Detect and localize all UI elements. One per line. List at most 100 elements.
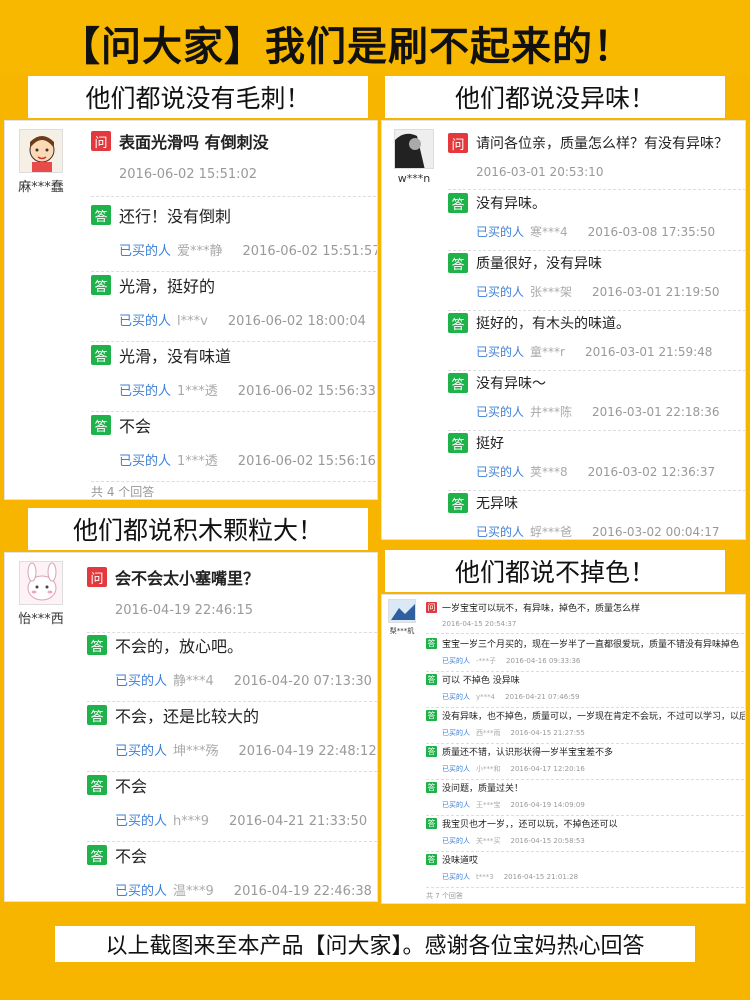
answer-tag: 答 [87,635,107,655]
answer-tag: 答 [91,275,111,295]
answer-user: t***3 [476,873,494,881]
footer-thanks: 以上截图来至本产品【问大家】。感谢各位宝妈热心回答 [55,926,695,962]
answer-time: 2016-03-02 12:36:37 [587,465,716,479]
answer-text: 没有异味，也不掉色，质量可以，一岁现在肯定不会玩，不过可以学习，以后用得上 [442,712,746,722]
buyer-label[interactable]: 已买的人 [115,884,167,899]
answer-item: 答光滑，挺好的 已买的人 l***v 2016-06-02 18:00:04 [91,273,377,342]
answer-text: 还行！没有倒刺 [119,207,232,226]
answer-user: -***子 [476,657,497,665]
answer-time: 2016-04-15 21:27:55 [510,729,585,737]
buyer-label[interactable]: 已买的人 [115,814,167,829]
answer-user: h***9 [173,814,210,829]
answer-time: 2016-03-01 22:18:36 [592,405,720,419]
answer-item: 答没有异味。 已买的人 寒***4 2016-03-08 17:35:50 [448,193,745,251]
answer-text: 我宝贝也才一岁，，还可以玩，不掉色还可以 [442,820,618,830]
answer-text: 没有异味。 [476,196,546,212]
answer-user: 王***宝 [476,801,501,809]
answer-item: 答没有异味，也不掉色，质量可以，一岁现在肯定不会玩，不过可以学习，以后用得上 已… [426,709,746,744]
buyer-label[interactable]: 已买的人 [476,285,524,299]
qa-panel-smoothness: 麻***蠢 问表面光滑吗 有倒刺没 2016-06-02 15:51:02 答还… [4,120,378,500]
answer-text: 不会 [119,417,152,436]
question-text[interactable]: 一岁宝宝可以玩不，有异味，掉色不，质量怎么样 [442,601,640,614]
answer-tag: 答 [448,433,468,453]
buyer-label[interactable]: 已买的人 [476,525,524,539]
answer-text: 没有异味～ [476,376,546,392]
qa-panel-color-fastness: 梨***机 问一岁宝宝可以玩不，有异味，掉色不，质量怎么样 2016-04-15… [381,594,746,904]
buyer-label[interactable]: 已买的人 [476,345,524,359]
user-avatar [19,561,63,605]
answer-tag: 答 [91,415,111,435]
answer-text: 挺好的，有木头的味道。 [476,316,630,332]
answer-count[interactable]: 共 4 个回答 [91,483,154,499]
buyer-label[interactable]: 已买的人 [119,244,171,259]
answer-tag: 答 [426,782,437,793]
answer-item: 答还行！没有倒刺 已买的人 爱***静 2016-06-02 15:51:57 [91,203,378,272]
question-tag: 问 [426,602,437,613]
buyer-label[interactable]: 已买的人 [115,744,167,759]
buyer-label[interactable]: 已买的人 [442,729,470,737]
banner-no-fading: 他们都说不掉色！ [385,550,725,592]
page-title: 【问大家】我们是刷不起来的！ [60,24,634,70]
question-text[interactable]: 会不会太小塞嘴里？ [115,565,259,589]
answer-user: l***v [177,314,208,329]
answer-text: 可以 不掉色 没异味 [442,676,520,686]
answer-item: 答不会，还是比较大的 已买的人 坤***殇 2016-04-19 22:48:12 [87,703,377,772]
answer-item: 答没问题，质量过关！ 已买的人 王***宝 2016-04-19 14:09:09 [426,781,744,816]
answer-user: 关***买 [476,837,501,845]
answer-user: 爱***静 [177,244,223,259]
buyer-label[interactable]: 已买的人 [442,801,470,809]
answer-time: 2016-04-19 14:09:09 [510,801,585,809]
answer-count[interactable]: 共 7 个回答 [426,891,463,901]
answer-time: 2016-04-16 09:33:36 [506,657,581,665]
answer-user: 坤***殇 [173,744,219,759]
buyer-label[interactable]: 已买的人 [119,384,171,399]
answer-item: 答不会的，放心吧。 已买的人 静***4 2016-04-20 07:13:30 [87,633,377,702]
answer-time: 2016-04-21 21:33:50 [229,814,368,829]
question-time: 2016-04-19 22:46:15 [115,603,254,618]
buyer-label[interactable]: 已买的人 [442,837,470,845]
answer-time: 2016-04-17 12:20:16 [510,765,585,773]
buyer-label[interactable]: 已买的人 [476,465,524,479]
answer-user: 荚***8 [530,465,568,479]
answer-time: 2016-04-19 22:46:38 [233,884,372,899]
answer-item: 答可以 不掉色 没异味 已买的人 y***4 2016-04-21 07:46:59 [426,673,744,708]
buyer-label[interactable]: 已买的人 [442,657,470,665]
buyer-label[interactable]: 已买的人 [442,765,470,773]
answer-tag: 答 [448,193,468,213]
answer-user: 温***9 [173,884,214,899]
answer-item: 答不会 已买的人 h***9 2016-04-21 21:33:50 [87,773,377,842]
answer-item: 答质量还不错，认识形状得一岁半宝宝差不多 已买的人 小***和 2016-04-17… [426,745,744,780]
answer-user: 寒***4 [530,225,568,239]
buyer-label[interactable]: 已买的人 [442,693,470,701]
answer-item: 答挺好的，有木头的味道。 已买的人 童***r 2016-03-01 21:59:4… [448,313,745,371]
answer-time: 2016-06-02 15:51:57 [242,244,378,259]
answer-item: 答没味道哎 已买的人 t***3 2016-04-15 21:01:28 [426,853,744,888]
buyer-label[interactable]: 已买的人 [119,314,171,329]
answer-text: 质量很好，没有异味 [476,256,602,272]
answer-tag: 答 [426,710,437,721]
answer-time: 2016-04-19 22:48:12 [238,744,377,759]
answer-time: 2016-03-01 21:59:48 [584,345,713,359]
header-bar: 【问大家】我们是刷不起来的！ [0,0,750,75]
answer-user: 小***和 [476,765,501,773]
answer-user: 1***透 [177,454,218,469]
buyer-label[interactable]: 已买的人 [119,454,171,469]
answer-tag: 答 [426,638,437,649]
question-text[interactable]: 表面光滑吗 有倒刺没 [119,129,269,153]
buyer-label[interactable]: 已买的人 [442,873,470,881]
buyer-label[interactable]: 已买的人 [476,225,524,239]
qa-panel-size: 怡***西 问会不会太小塞嘴里？ 2016-04-19 22:46:15 答不会… [4,552,378,902]
buyer-label[interactable]: 已买的人 [115,674,167,689]
answer-user: 1***透 [177,384,218,399]
answer-user: y***4 [476,693,496,701]
answer-text: 没味道哎 [442,856,479,866]
question-tag: 问 [87,567,107,587]
answer-tag: 答 [87,845,107,865]
answer-text: 挺好 [476,436,504,452]
answer-user: 西***雨 [476,729,501,737]
buyer-label[interactable]: 已买的人 [476,405,524,419]
answer-text: 光滑，挺好的 [119,277,216,296]
question-text[interactable]: 请问各位亲，质量怎么样？有没有异味？ [476,133,728,153]
answer-tag: 答 [426,818,437,829]
answer-time: 2016-06-02 15:56:33 [237,384,376,399]
